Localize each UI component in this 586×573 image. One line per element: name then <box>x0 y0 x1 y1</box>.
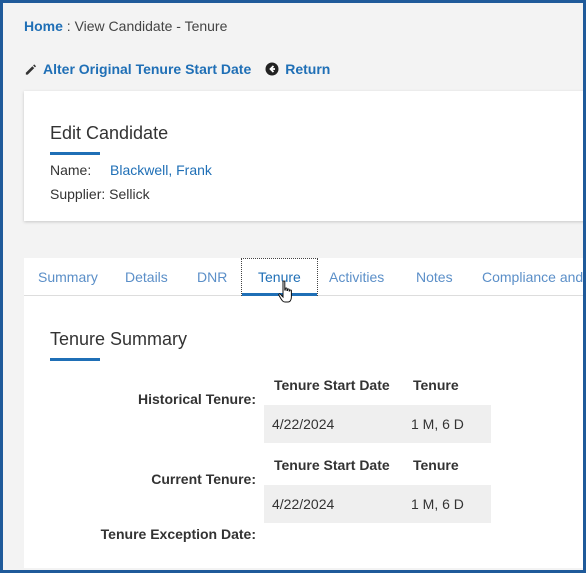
historical-tenure-label: Historical Tenure: <box>138 391 256 407</box>
tab-dnr[interactable]: DNR <box>197 269 227 285</box>
edit-candidate-title: Edit Candidate <box>50 123 169 143</box>
alter-tenure-start-date-link[interactable]: Alter Original Tenure Start Date <box>24 61 251 77</box>
tenure-summary-title: Tenure Summary <box>50 329 188 349</box>
historical-col-start-date: Tenure Start Date <box>274 377 390 393</box>
supplier-value: Sellick <box>109 186 150 202</box>
tab-notes[interactable]: Notes <box>416 269 453 285</box>
candidate-name-row: Name: Blackwell, Frank <box>50 162 212 178</box>
tab-bar: Summary Details DNR Tenure Activities No… <box>24 258 586 296</box>
name-label: Name: <box>50 162 92 178</box>
return-link[interactable]: Return <box>265 61 330 77</box>
supplier-label: Supplier: <box>50 186 106 202</box>
hand-cursor-icon <box>278 280 294 311</box>
historical-tenure-value: 1 M, 6 D <box>411 416 464 432</box>
alter-tenure-start-date-label: Alter Original Tenure Start Date <box>43 61 252 77</box>
tenure-summary-panel: Tenure Summary Historical Tenure: Tenure… <box>24 296 586 568</box>
current-col-tenure: Tenure <box>413 457 459 473</box>
breadcrumb-separator: : <box>62 18 75 34</box>
pencil-icon <box>24 63 37 76</box>
supplier-row: Supplier: Sellick <box>50 186 150 202</box>
tab-details[interactable]: Details <box>125 269 168 285</box>
edit-candidate-card: Edit Candidate Name: Blackwell, Frank Su… <box>24 91 586 221</box>
title-underline <box>50 152 100 155</box>
breadcrumb-current: View Candidate - Tenure <box>74 18 228 34</box>
action-bar: Alter Original Tenure Start Date Return <box>24 61 330 77</box>
current-col-start-date: Tenure Start Date <box>274 457 390 473</box>
breadcrumb-home-link[interactable]: Home <box>24 18 63 34</box>
current-start-date: 4/22/2024 <box>272 496 335 512</box>
breadcrumb: Home : View Candidate - Tenure <box>24 18 227 34</box>
return-label: Return <box>285 61 331 77</box>
arrow-left-circle-icon <box>265 62 279 76</box>
tab-summary[interactable]: Summary <box>38 269 98 285</box>
title-underline <box>50 358 100 361</box>
historical-start-date: 4/22/2024 <box>272 416 335 432</box>
current-tenure-label: Current Tenure: <box>151 471 256 487</box>
tenure-exception-date-label: Tenure Exception Date: <box>100 526 256 542</box>
tab-activities[interactable]: Activities <box>329 269 384 285</box>
current-tenure-value: 1 M, 6 D <box>411 496 464 512</box>
historical-col-tenure: Tenure <box>413 377 459 393</box>
tab-compliance[interactable]: Compliance and <box>482 269 583 285</box>
candidate-name-link[interactable]: Blackwell, Frank <box>110 162 212 178</box>
